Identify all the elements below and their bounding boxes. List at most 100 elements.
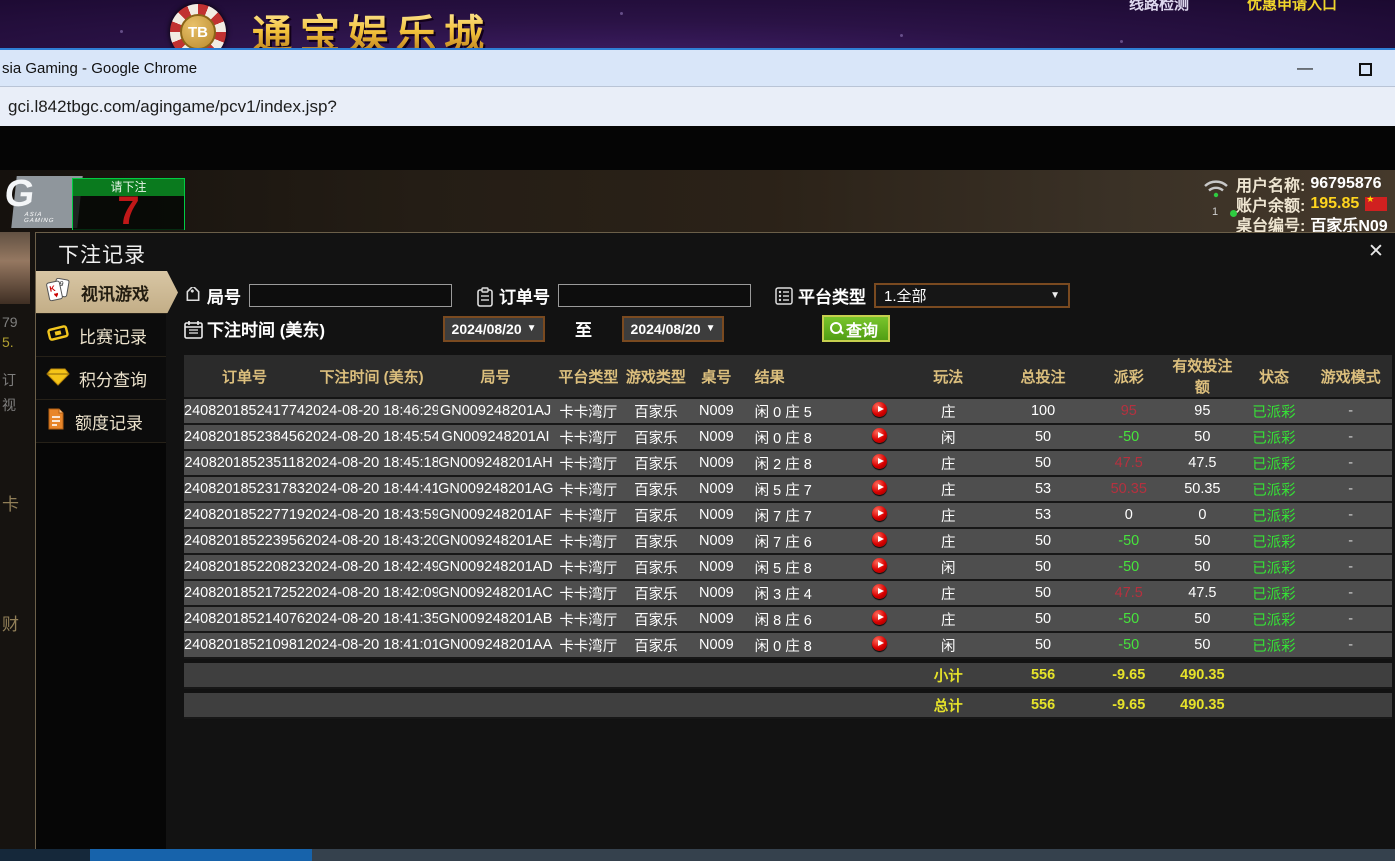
sidebar-item-quota-records[interactable]: 额度记录 <box>36 400 166 443</box>
empty-cell <box>1239 693 1392 719</box>
table-row: 2408201852172522024-08-20 18:42:09GN0092… <box>184 581 1392 607</box>
game-no-input[interactable] <box>249 284 452 307</box>
game-background: G ASIA GAMING 请下注 7 1 用户名称: 96795876 账户余… <box>0 170 1395 232</box>
horizontal-scrollbar[interactable] <box>0 849 1395 861</box>
promo-apply-link[interactable]: 优惠申请入口 <box>1247 0 1337 11</box>
result-cell: 闲 7 庄 6 <box>745 529 858 555</box>
platform-cell: 卡卡湾厅 <box>553 529 624 555</box>
query-button-label: 查询 <box>846 317 878 341</box>
maximize-button[interactable] <box>1335 63 1395 76</box>
order-no-cell: 240820185227719 <box>184 503 305 529</box>
table-body: 2408201852417742024-08-20 18:46:29GN0092… <box>184 399 1392 719</box>
records-table-wrap: 订单号下注时间 (美东)局号平台类型游戏类型桌号结果玩法总投注派彩有效投注额状态… <box>184 355 1392 719</box>
replay-icon[interactable] <box>872 532 887 547</box>
table-row: 2408201852384562024-08-20 18:45:54GN0092… <box>184 425 1392 451</box>
total-bet-cell: 50 <box>995 529 1092 555</box>
column-header: 结果 <box>745 355 902 399</box>
result-cell: 闲 5 庄 7 <box>745 477 858 503</box>
game-type-cell: 百家乐 <box>624 633 689 659</box>
game-type-cell: 百家乐 <box>624 425 689 451</box>
table-no-cell: N009 <box>688 633 744 659</box>
replay-cell <box>858 503 902 529</box>
replay-icon[interactable] <box>872 636 887 651</box>
replay-cell <box>858 451 902 477</box>
status-cell: 已派彩 <box>1239 555 1310 581</box>
table-no-cell: N009 <box>688 607 744 633</box>
column-header: 游戏类型 <box>624 355 689 399</box>
valid-bet-cell: 50 <box>1166 633 1239 659</box>
payout-cell: -50 <box>1091 607 1166 633</box>
chevron-down-icon: ▼ <box>527 323 537 334</box>
scrollbar-thumb[interactable] <box>90 849 312 861</box>
address-bar[interactable]: gci.l842tbgc.com/agingame/pcv1/index.jsp… <box>0 86 1395 126</box>
sidebar-item-match-records[interactable]: 比赛记录 <box>36 314 166 357</box>
game-no-cell: GN009248201AI <box>438 425 553 451</box>
game-mode-cell: - <box>1309 555 1392 581</box>
total-row-valid: 490.35 <box>1166 693 1239 719</box>
query-button[interactable]: 查询 <box>822 315 890 342</box>
valid-bet-cell: 95 <box>1166 399 1239 425</box>
replay-icon[interactable] <box>872 558 887 573</box>
platform-type-label: 平台类型 <box>798 283 866 308</box>
sidebar-item-points-query[interactable]: 积分查询 <box>36 357 166 400</box>
platform-cell: 卡卡湾厅 <box>553 503 624 529</box>
modal-content: 局号 订单号 <box>166 271 1395 849</box>
result-cell: 闲 7 庄 7 <box>745 503 858 529</box>
minimize-button[interactable]: — <box>1275 60 1335 78</box>
total-row-bet: 556 <box>995 693 1092 719</box>
game-type-cell: 百家乐 <box>624 607 689 633</box>
date-from-picker[interactable]: 2024/08/20 ▼ <box>443 316 545 342</box>
subtotal-row-label: 小计 <box>902 663 995 689</box>
play-type-cell: 闲 <box>902 633 995 659</box>
table-no-cell: N009 <box>688 425 744 451</box>
date-to-picker[interactable]: 2024/08/20 ▼ <box>622 316 724 342</box>
game-mode-cell: - <box>1309 451 1392 477</box>
game-no-cell: GN009248201AB <box>438 607 553 633</box>
page-url[interactable]: gci.l842tbgc.com/agingame/pcv1/index.jsp… <box>8 97 337 117</box>
replay-icon[interactable] <box>872 402 887 417</box>
replay-icon[interactable] <box>872 584 887 599</box>
table-row: 2408201852239562024-08-20 18:43:20GN0092… <box>184 529 1392 555</box>
play-type-cell: 庄 <box>902 529 995 555</box>
status-cell: 已派彩 <box>1239 581 1310 607</box>
line-check-link[interactable]: 线路检测 <box>1129 0 1189 11</box>
sidebar-item-label: 积分查询 <box>79 366 147 391</box>
game-mode-cell: - <box>1309 503 1392 529</box>
platform-type-select[interactable]: 1.全部 ▼ <box>874 283 1070 308</box>
total-bet-cell: 53 <box>995 503 1092 529</box>
order-no-input[interactable] <box>558 284 751 307</box>
replay-icon[interactable] <box>872 506 887 521</box>
replay-icon[interactable] <box>872 610 887 625</box>
column-header: 游戏模式 <box>1309 355 1392 399</box>
column-header: 平台类型 <box>553 355 624 399</box>
to-label: 至 <box>575 316 592 341</box>
empty-cell <box>184 693 902 719</box>
replay-icon[interactable] <box>872 480 887 495</box>
table-number-label: 桌台编号: <box>1236 212 1305 232</box>
game-no-cell: GN009248201AH <box>438 451 553 477</box>
platform-type-value: 1.全部 <box>884 285 927 306</box>
valid-bet-cell: 47.5 <box>1166 451 1239 477</box>
table-number-value: 百家乐N09 <box>1310 212 1387 232</box>
total-row: 总计556-9.65490.35 <box>184 693 1392 719</box>
result-cell: 闲 0 庄 8 <box>745 633 858 659</box>
payout-cell: -50 <box>1091 529 1166 555</box>
modal-sidebar: 9 K ♥ 视讯游戏 比赛记录 <box>36 271 166 849</box>
order-no-cell: 240820185241774 <box>184 399 305 425</box>
payout-cell: 47.5 <box>1091 451 1166 477</box>
table-no-cell: N009 <box>688 451 744 477</box>
window-title: sia Gaming - Google Chrome <box>2 60 197 77</box>
close-icon[interactable]: ✕ <box>1365 241 1387 263</box>
total-bet-cell: 53 <box>995 477 1092 503</box>
play-type-cell: 庄 <box>902 503 995 529</box>
payout-cell: 47.5 <box>1091 581 1166 607</box>
bet-time-cell: 2024-08-20 18:41:35 <box>305 607 438 633</box>
replay-cell <box>858 633 902 659</box>
countdown-number: 7 <box>73 196 184 230</box>
result-cell: 闲 5 庄 8 <box>745 555 858 581</box>
replay-icon[interactable] <box>872 428 887 443</box>
order-no-cell: 240820185223956 <box>184 529 305 555</box>
replay-icon[interactable] <box>872 454 887 469</box>
sidebar-item-video-games[interactable]: 9 K ♥ 视讯游戏 <box>36 271 178 314</box>
diamond-icon <box>46 366 70 391</box>
